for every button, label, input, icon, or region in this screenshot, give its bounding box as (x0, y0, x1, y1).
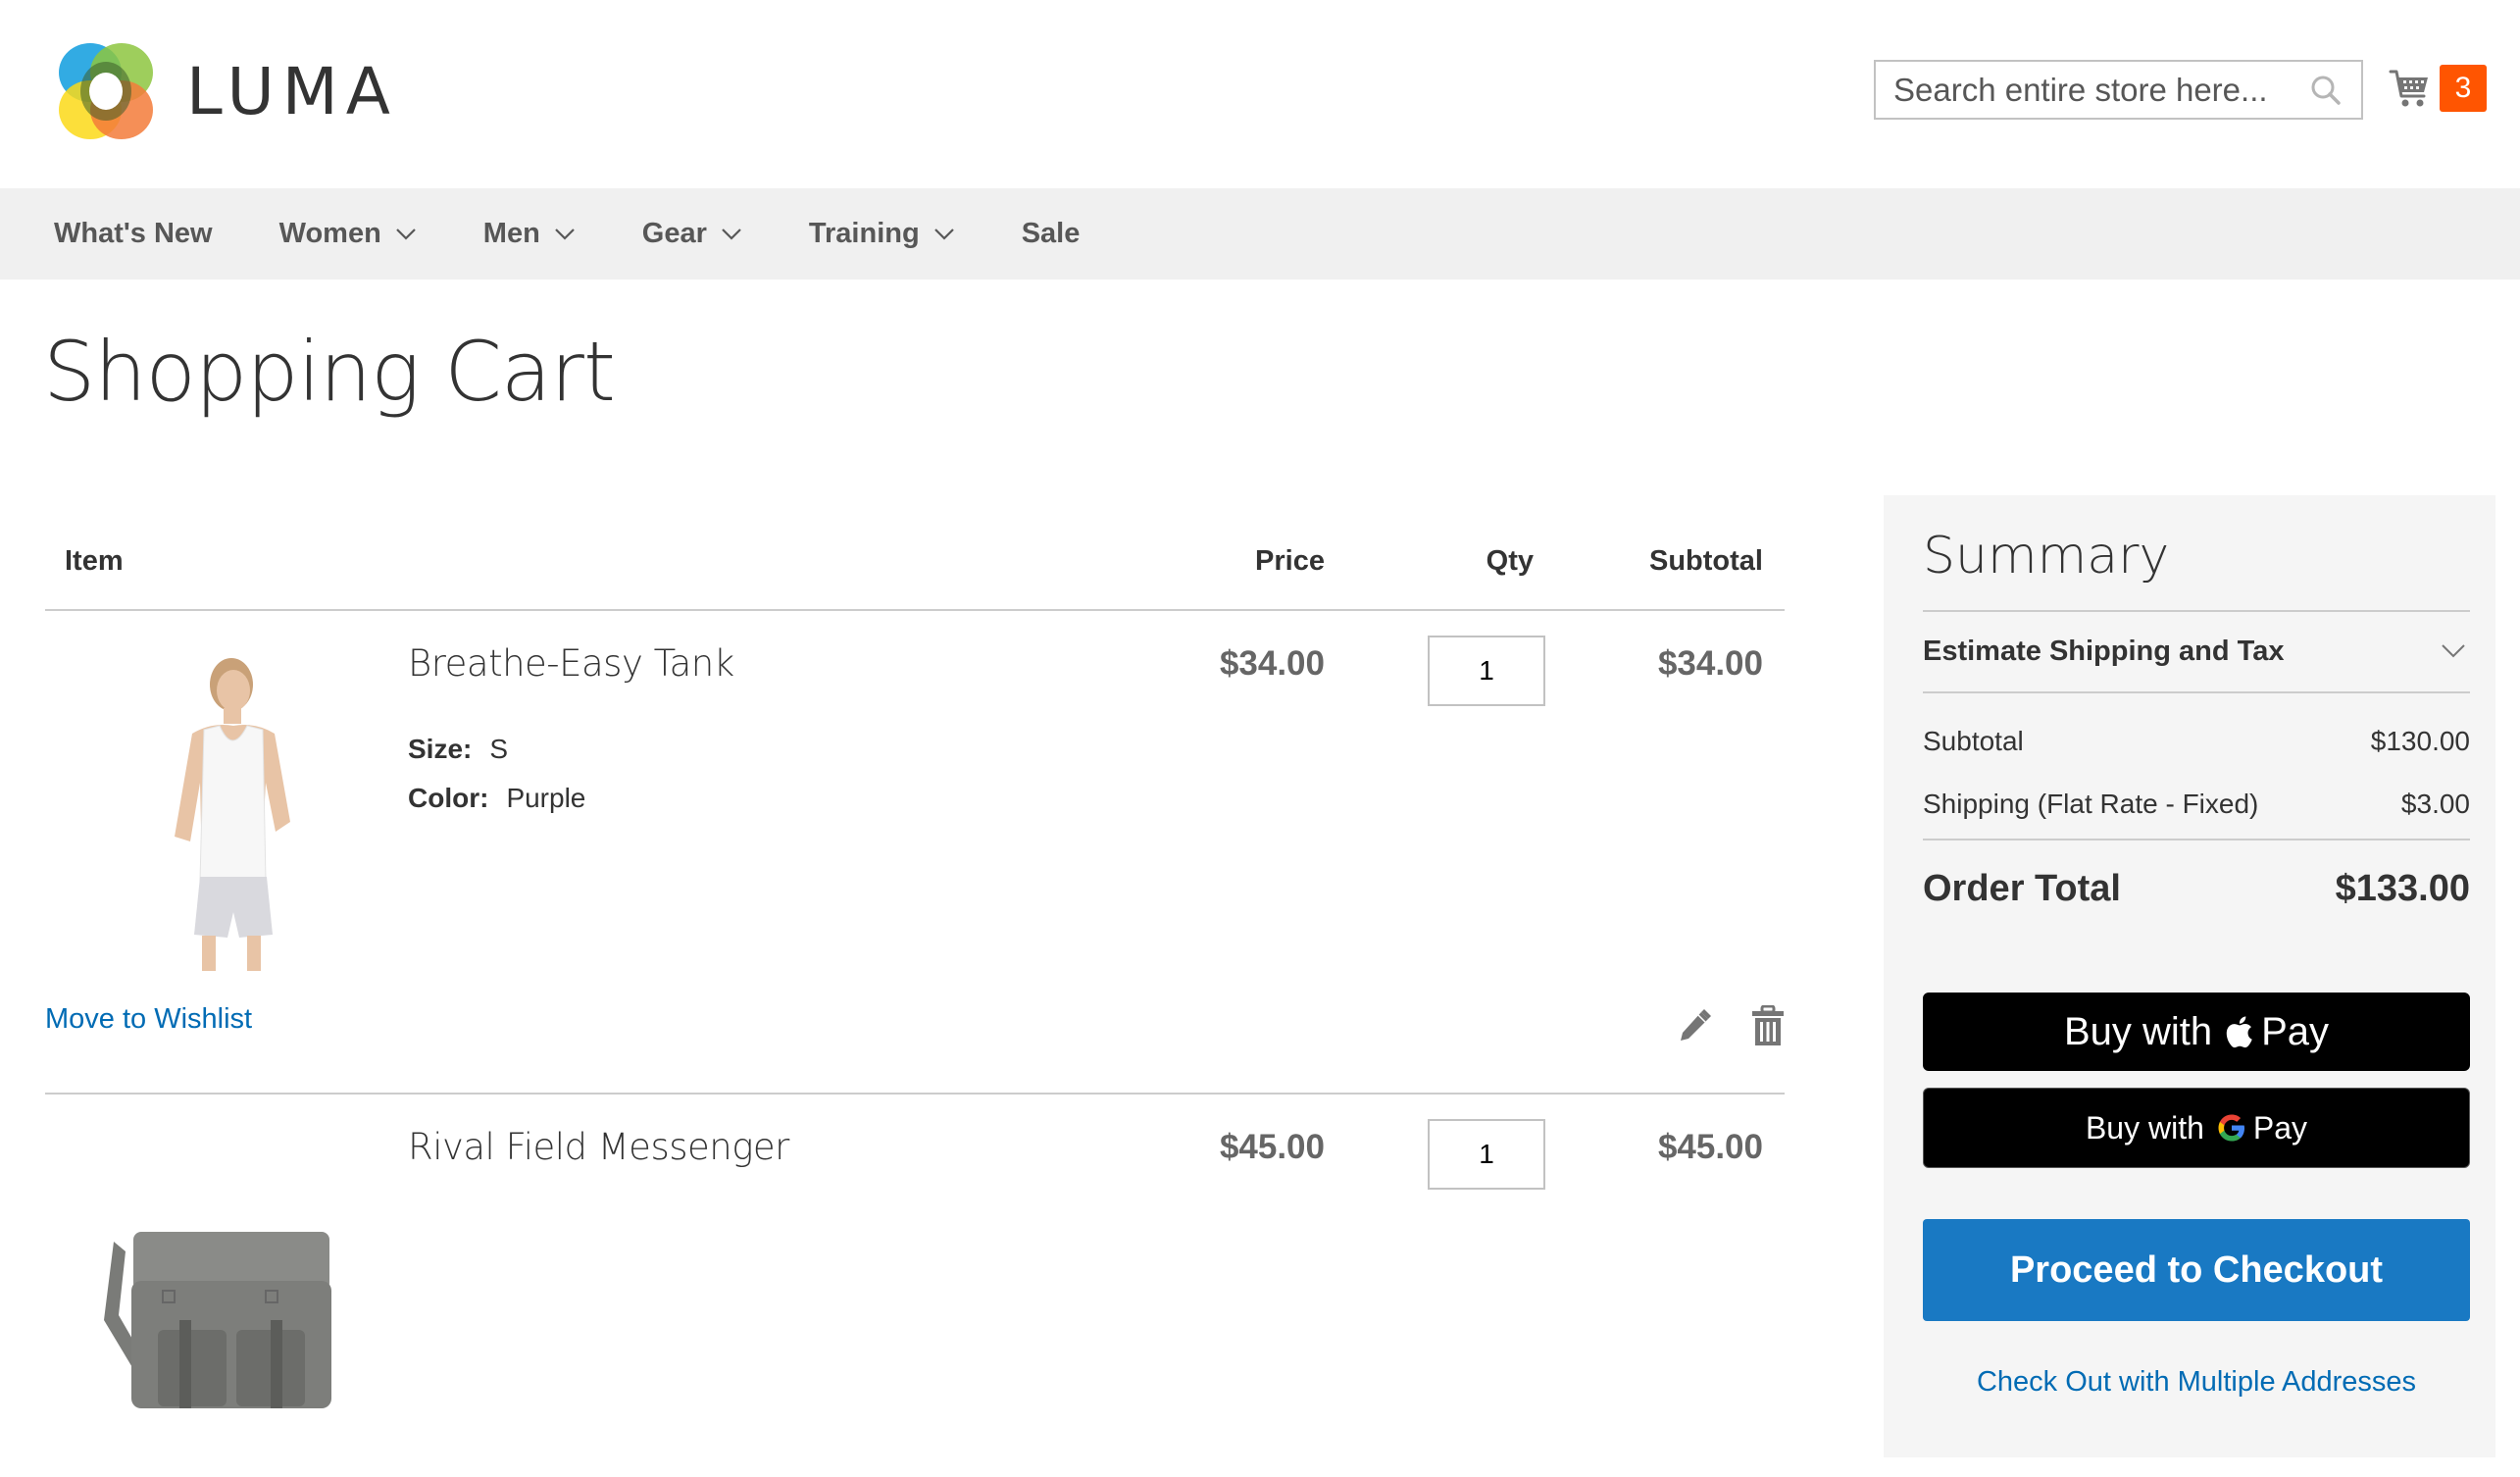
chevron-down-icon (722, 228, 741, 240)
qty-input[interactable] (1428, 1119, 1545, 1190)
column-header-item: Item (65, 545, 124, 577)
option-value: S (489, 734, 509, 764)
table-row: Breathe-Easy Tank Size: S Color: Purple $3… (45, 611, 1785, 1095)
subtotal-value: $130.00 (2370, 726, 2470, 756)
nav-item-whats-new[interactable]: What's New (54, 218, 213, 250)
google-pay-prefix: Buy with (2085, 1109, 2204, 1146)
proceed-to-checkout-button[interactable]: Proceed to Checkout (1923, 1219, 2470, 1321)
chevron-down-icon (396, 228, 416, 240)
search-box (1874, 60, 2363, 120)
divider (1923, 691, 2470, 693)
nav-item-label: Gear (641, 218, 707, 249)
shipping-label: Shipping (Flat Rate - Fixed) (1923, 789, 2259, 819)
estimate-shipping-toggle[interactable]: Estimate Shipping and Tax (1923, 611, 2470, 691)
subtotal-label: Subtotal (1923, 726, 2024, 756)
estimate-shipping-label: Estimate Shipping and Tax (1923, 635, 2285, 667)
item-price: $34.00 (1219, 644, 1325, 683)
cart-icon[interactable] (2389, 67, 2432, 110)
divider (1923, 839, 2470, 840)
column-header-qty: Qty (1486, 545, 1534, 577)
product-name[interactable]: Breathe-Easy Tank (408, 642, 734, 685)
item-subtotal: $34.00 (1657, 644, 1763, 683)
table-header: Item Price Qty Subtotal (45, 530, 1785, 611)
chevron-down-icon (2442, 644, 2465, 658)
luma-logo-icon (59, 43, 153, 139)
trash-icon[interactable] (1751, 1005, 1785, 1046)
nav-item-sale[interactable]: Sale (1022, 218, 1081, 250)
minicart[interactable]: 3 (2389, 65, 2487, 112)
cart-count-badge: 3 (2440, 65, 2487, 112)
move-to-wishlist-link[interactable]: Move to Wishlist (45, 1003, 252, 1036)
shipping-value: $3.00 (2400, 789, 2470, 819)
apple-pay-suffix: Pay (2261, 1009, 2330, 1053)
apple-pay-prefix: Buy with (2063, 1009, 2213, 1053)
option-label: Color: (408, 783, 489, 813)
nav-item-label: Women (278, 218, 381, 249)
column-header-subtotal: Subtotal (1649, 545, 1763, 577)
totals-order-total: Order Total $133.00 (1923, 868, 2470, 910)
nav-item-label: Sale (1021, 218, 1081, 249)
multiple-addresses-link[interactable]: Check Out with Multiple Addresses (1923, 1366, 2470, 1399)
option-label: Size: (408, 734, 473, 764)
summary-title: Summary (1923, 527, 2170, 586)
nav-item-label: What's New (54, 218, 213, 249)
chevron-down-icon (555, 228, 575, 240)
search-input[interactable] (1876, 62, 2297, 118)
item-subtotal: $45.00 (1657, 1128, 1763, 1166)
totals-subtotal: Subtotal $130.00 (1923, 726, 2470, 757)
luma-logo[interactable]: LUMA (55, 39, 398, 143)
option-size: Size: S (408, 725, 585, 774)
pencil-icon[interactable] (1677, 1008, 1712, 1044)
apple-pay-button[interactable]: Buy with Pay (1923, 993, 2470, 1071)
option-value: Purple (506, 783, 586, 813)
table-row: Rival Field Messenger $45.00 $45.00 (45, 1095, 1785, 1477)
qty-input[interactable] (1428, 636, 1545, 706)
nav-item-label: Training (808, 218, 920, 249)
nav-item-training[interactable]: Training (809, 218, 955, 250)
google-pay-button[interactable]: Buy with Pay (1923, 1088, 2470, 1168)
nav-item-gear[interactable]: Gear (642, 218, 742, 250)
nav-item-women[interactable]: Women (279, 218, 417, 250)
nav-item-men[interactable]: Men (483, 218, 576, 250)
page-title: Shopping Cart (43, 324, 616, 420)
item-price: $45.00 (1219, 1128, 1325, 1166)
totals-shipping: Shipping (Flat Rate - Fixed) $3.00 (1923, 789, 2470, 820)
header: LUMA 3 (0, 0, 2520, 188)
product-options: Size: S Color: Purple (408, 725, 585, 823)
option-color: Color: Purple (408, 774, 585, 823)
order-summary: Summary Estimate Shipping and Tax Subtot… (1884, 495, 2495, 1457)
chevron-down-icon (933, 228, 954, 240)
google-g-icon (2218, 1114, 2244, 1142)
cart-items-table: Item Price Qty Subtotal Breathe-Easy Tan… (45, 530, 1785, 1477)
product-name[interactable]: Rival Field Messenger (408, 1126, 789, 1168)
product-image-tank[interactable] (65, 645, 337, 979)
main-navigation: What's New Women Men Gear Training Sale (0, 188, 2520, 280)
nav-item-label: Men (482, 218, 540, 249)
search-icon[interactable] (2310, 75, 2342, 106)
order-total-label: Order Total (1923, 868, 2121, 909)
google-pay-suffix: Pay (2252, 1109, 2308, 1146)
logo-text: LUMA (186, 53, 398, 129)
product-image-messenger-bag[interactable] (65, 1134, 337, 1467)
column-header-price: Price (1255, 545, 1325, 577)
apple-logo-icon (2226, 1016, 2252, 1048)
order-total-value: $133.00 (2335, 868, 2470, 909)
